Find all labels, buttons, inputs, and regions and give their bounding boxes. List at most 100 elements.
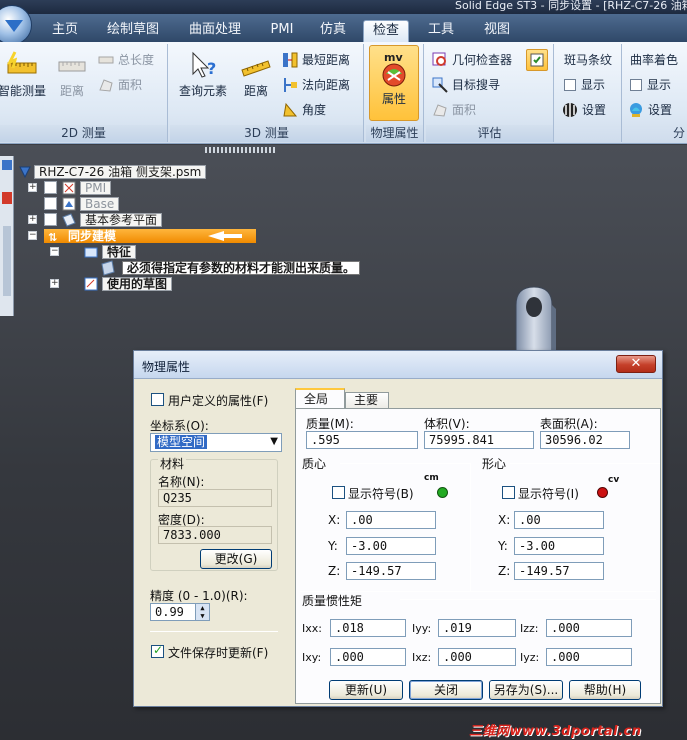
mass-field[interactable]: .595 <box>306 431 418 449</box>
centroid-x-field[interactable]: .00 <box>346 511 436 529</box>
angle-icon <box>282 102 298 118</box>
area-2d-button[interactable]: 面积 <box>98 75 142 95</box>
update-button[interactable]: 更新(U) <box>329 680 403 700</box>
curvature-show-checkbox[interactable] <box>630 78 642 91</box>
inspector-toggle-icon[interactable] <box>526 49 548 71</box>
close-button[interactable]: 关闭 <box>409 680 483 700</box>
volume-field[interactable]: 75995.841 <box>424 431 534 449</box>
area-evaluate-button[interactable]: 面积 <box>432 100 476 120</box>
zebra-settings-label: 设置 <box>582 103 607 117</box>
properties-button[interactable]: mv 属性 <box>369 45 419 121</box>
physical-properties-dialog: 物理属性 ✕ 用户定义的属性(F) 坐标系(O): 模型空间 ▼ 材料 名称(N… <box>133 350 663 707</box>
total-length-button[interactable]: 总长度 <box>98 50 154 70</box>
centroid-show-symbol-checkbox[interactable] <box>332 486 345 499</box>
collapse-sync-icon[interactable]: − <box>28 231 37 240</box>
zebra-title: 斑马条纹 <box>564 53 613 67</box>
zebra-settings-button[interactable]: 设置 <box>562 100 606 120</box>
normal-distance-label: 法向距离 <box>302 78 351 92</box>
zebra-show-toggle[interactable]: 显示 <box>564 75 605 95</box>
tree-root-label: RHZ-C7-26 油箱 侧支架.psm <box>34 165 207 179</box>
left-separator <box>150 631 278 632</box>
mv-tag: mv <box>384 51 403 64</box>
curvature-settings-button[interactable]: 设置 <box>628 100 672 120</box>
ribbon-tab-bar: 主页 绘制草图 曲面处理 PMI 仿真 检查 工具 视图 <box>0 14 687 42</box>
min-distance-label: 最短距离 <box>302 53 351 67</box>
geometry-inspector-button[interactable]: 几何检查器 <box>432 50 512 70</box>
smart-measure-icon <box>6 50 38 80</box>
ixx-field[interactable]: .018 <box>330 619 406 637</box>
tab-sketch[interactable]: 绘制草图 <box>100 20 166 42</box>
query-element-button[interactable]: ? 查询元素 <box>172 46 234 108</box>
tab-tools[interactable]: 工具 <box>418 20 464 42</box>
shape-center-z-field[interactable]: -149.57 <box>514 562 604 580</box>
dialog-title-bar[interactable]: 物理属性 ✕ <box>134 351 662 379</box>
tab-principal[interactable]: 主要 <box>345 392 389 408</box>
centroid-z-label: Z: <box>328 564 341 578</box>
ixx-label: Ixx: <box>302 622 322 635</box>
tape-measure-icon <box>240 50 272 80</box>
tab-inspect[interactable]: 检查 <box>363 20 409 42</box>
material-group-title: 材料 <box>158 455 187 472</box>
target-finder-button[interactable]: 目标搜寻 <box>432 75 500 95</box>
side-docking-strip[interactable] <box>0 156 14 316</box>
zebra-show-label: 显示 <box>581 78 606 92</box>
centroid-z-field[interactable]: -149.57 <box>346 562 436 580</box>
part-file-icon <box>18 165 32 183</box>
base-visibility-checkbox[interactable] <box>44 197 57 210</box>
smart-measure-button[interactable]: 智能测量 <box>0 46 50 108</box>
site-watermark: 三维网www.3dportal.cn <box>469 724 642 739</box>
precision-field[interactable]: 0.99 ▲ ▼ <box>150 603 210 621</box>
update-on-save-checkbox[interactable] <box>151 643 164 658</box>
area-evaluate-icon <box>432 102 448 118</box>
distance-3d-button[interactable]: 距离 <box>236 46 276 108</box>
coord-system-value: 模型空间 <box>155 435 208 449</box>
bracket-part-model[interactable] <box>512 285 558 360</box>
shape-center-show-symbol-checkbox[interactable] <box>502 486 515 499</box>
group-2d-label: 2D 测量 <box>0 125 167 142</box>
tab-simulation[interactable]: 仿真 <box>310 20 356 42</box>
refplanes-visibility-checkbox[interactable] <box>44 213 57 226</box>
query-icon: ? <box>187 50 219 80</box>
tab-pmi[interactable]: PMI <box>262 20 302 42</box>
shape-center-x-field[interactable]: .00 <box>514 511 604 529</box>
volume-label: 体积(V): <box>424 417 470 431</box>
surface-area-field[interactable]: 30596.02 <box>540 431 630 449</box>
material-name-label: 名称(N): <box>158 475 205 489</box>
collapse-features-icon[interactable]: − <box>50 247 59 256</box>
precision-spinner-icon[interactable]: ▲ ▼ <box>195 604 209 620</box>
expand-sketches-icon[interactable]: + <box>50 279 59 288</box>
tab-global[interactable]: 全局 <box>295 388 345 410</box>
iyz-field[interactable]: .000 <box>546 648 632 666</box>
save-as-button[interactable]: 另存为(S)... <box>489 680 563 700</box>
angle-button[interactable]: 角度 <box>282 100 326 120</box>
tab-surfacing[interactable]: 曲面处理 <box>180 20 250 42</box>
curvature-show-toggle[interactable]: 显示 <box>630 75 671 95</box>
distance-2d-button[interactable]: 距离 <box>52 46 92 108</box>
ixy-field[interactable]: .000 <box>330 648 406 666</box>
tab-home[interactable]: 主页 <box>42 20 88 42</box>
title-bar: Solid Edge ST3 - 同步设置 - [RHZ-C7-26 油箱 <box>0 0 687 14</box>
tab-view[interactable]: 视图 <box>474 20 520 42</box>
zebra-show-checkbox[interactable] <box>564 78 576 91</box>
min-distance-button[interactable]: 最短距离 <box>282 50 350 70</box>
izz-field[interactable]: .000 <box>546 619 632 637</box>
coord-system-select[interactable]: 模型空间 ▼ <box>150 433 282 452</box>
dialog-close-icon[interactable]: ✕ <box>616 355 656 373</box>
group-3d-measure: ? 查询元素 距离 最短距离 法向距离 角度 3D 测量 <box>170 44 364 142</box>
window-title: Solid Edge ST3 - 同步设置 - [RHZ-C7-26 油箱 <box>455 0 687 12</box>
normal-distance-button[interactable]: 法向距离 <box>282 75 350 95</box>
iyy-field[interactable]: .019 <box>438 619 516 637</box>
pathfinder-resize-grip[interactable] <box>205 147 275 153</box>
expand-refplanes-icon[interactable]: + <box>28 215 37 224</box>
user-defined-checkbox[interactable] <box>151 393 164 406</box>
centroid-y-field[interactable]: -3.00 <box>346 537 436 555</box>
change-material-button[interactable]: 更改(G) <box>200 549 272 569</box>
pmi-visibility-checkbox[interactable] <box>44 181 57 194</box>
expand-pmi-icon[interactable]: + <box>28 183 37 192</box>
material-warning-tooltip: 必须得指定有参数的材料才能测出来质量。 <box>122 261 361 275</box>
shape-center-y-field[interactable]: -3.00 <box>514 537 604 555</box>
ixz-field[interactable]: .000 <box>438 648 516 666</box>
help-button[interactable]: 帮助(H) <box>569 680 641 700</box>
iyy-label: Iyy: <box>412 622 432 635</box>
total-length-icon <box>98 52 114 68</box>
